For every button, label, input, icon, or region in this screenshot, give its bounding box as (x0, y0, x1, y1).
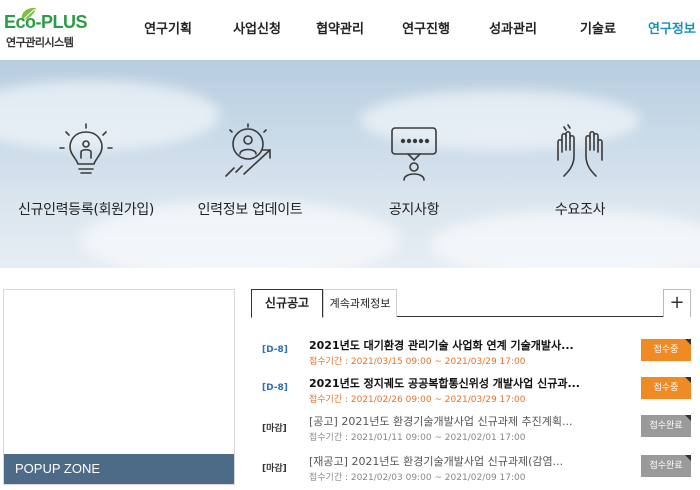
raised-hands-icon (557, 124, 603, 177)
status-badge[interactable]: 접수중 (641, 339, 691, 361)
notice-panel: 신규공고 계속과제정보 + [D-8] 2021년도 대기환경 관리기술 사업화 … (251, 289, 691, 489)
notice-row[interactable]: [D-8] 2021년도 정지궤도 공공복합통신위성 개발사업 신규과... 접수기… (251, 371, 691, 409)
nav-item-research-progress[interactable]: 연구진행 (384, 0, 468, 60)
status-badge[interactable]: 접수완료 (641, 415, 691, 437)
receipt-period-label: 접수기간 : (309, 357, 351, 367)
receipt-period: 접수기간 : 2021/02/26 09:00 ~ 2021/03/29 17:… (309, 392, 525, 405)
presenter-speech-icon (391, 127, 437, 181)
tab-new-announcements[interactable]: 신규공고 (251, 289, 323, 318)
main-nav: 연구기획 사업신청 협약관리 연구진행 성과관리 기술료 연구정보 (118, 0, 700, 60)
dday-badge: [마감] (262, 464, 287, 474)
hero-item-new-member-registration[interactable]: 신규인력등록(회원가입) (6, 60, 166, 268)
receipt-period-dates: 2021/03/15 09:00 ~ 2021/03/29 17:00 (350, 357, 526, 367)
popup-zone-label: POPUP ZONE (4, 454, 234, 484)
hero-item-notices[interactable]: 공지사항 (334, 60, 494, 268)
status-badge[interactable]: 접수중 (641, 377, 691, 399)
receipt-period-label: 접수기간 : (309, 473, 351, 483)
nav-item-agreement-management[interactable]: 협약관리 (296, 0, 384, 60)
hero-item-demand-survey[interactable]: 수요조사 (500, 60, 660, 268)
status-badge[interactable]: 접수완료 (641, 455, 691, 477)
notice-title[interactable]: [공고] 2021년도 환경기술개발사업 신규과제 추진계획... (309, 413, 584, 429)
logo-subtitle: 연구관리시스템 (6, 36, 74, 49)
receipt-period: 접수기간 : 2021/01/11 09:00 ~ 2021/02/01 17:… (309, 430, 525, 443)
hero-label: 신규인력등록(회원가입) (17, 202, 155, 218)
notice-title[interactable]: [재공고] 2021년도 환경기술개발사업 신규과제(감염... (309, 453, 584, 469)
hero-banner: 신규인력등록(회원가입) 인력정보 업데이트 공지사항 수요조사 (0, 60, 700, 268)
dday-badge: [마감] (262, 424, 287, 434)
notice-row[interactable]: [D-8] 2021년도 대기환경 관리기술 사업화 연계 기술개발사... 접수기… (251, 333, 691, 371)
popup-zone[interactable]: POPUP ZONE (3, 289, 235, 485)
notice-tabs: 신규공고 계속과제정보 + (251, 289, 691, 318)
receipt-period: 접수기간 : 2021/03/15 09:00 ~ 2021/03/29 17:… (309, 354, 525, 367)
receipt-period: 접수기간 : 2021/02/03 09:00 ~ 2021/02/09 17:… (309, 470, 525, 483)
receipt-period-dates: 2021/02/26 09:00 ~ 2021/03/29 17:00 (350, 395, 526, 405)
hero-label: 공지사항 (388, 202, 440, 218)
logo[interactable]: Eco-PLUS 연구관리시스템 (4, 6, 116, 52)
notice-row[interactable]: [마감] [공고] 2021년도 환경기술개발사업 신규과제 추진계획... 접수기… (251, 409, 691, 447)
nav-item-royalty[interactable]: 기술료 (558, 0, 638, 60)
more-button[interactable]: + (663, 289, 691, 317)
nav-item-research-planning[interactable]: 연구기획 (118, 0, 218, 60)
nav-item-research-info[interactable]: 연구정보 (638, 0, 700, 60)
dday-badge: [D-8] (262, 345, 288, 355)
receipt-period-label: 접수기간 : (309, 395, 351, 405)
receipt-period-dates: 2021/01/11 09:00 ~ 2021/02/01 17:00 (350, 433, 526, 443)
notice-title[interactable]: 2021년도 정지궤도 공공복합통신위성 개발사업 신규과... (309, 375, 584, 391)
person-growth-arrow-icon (225, 123, 271, 177)
hero-label: 인력정보 업데이트 (197, 202, 303, 218)
hero-item-personnel-update[interactable]: 인력정보 업데이트 (170, 60, 330, 268)
notice-title[interactable]: 2021년도 대기환경 관리기술 사업화 연계 기술개발사... (309, 337, 584, 353)
receipt-period-label: 접수기간 : (309, 433, 351, 443)
hero-label: 수요조사 (554, 202, 606, 218)
receipt-period-dates: 2021/02/03 09:00 ~ 2021/02/09 17:00 (350, 473, 526, 483)
dday-badge: [D-8] (262, 383, 288, 393)
notice-row[interactable]: [마감] [재공고] 2021년도 환경기술개발사업 신규과제(감염... 접수기간… (251, 449, 691, 487)
nav-item-performance-management[interactable]: 성과관리 (468, 0, 558, 60)
nav-item-business-application[interactable]: 사업신청 (218, 0, 296, 60)
logo-brand: Eco-PLUS (4, 12, 88, 32)
header: Eco-PLUS 연구관리시스템 연구기획 사업신청 협약관리 연구진행 성과관… (0, 0, 700, 60)
tab-continuing-projects[interactable]: 계속과제정보 (323, 289, 397, 317)
lightbulb-person-icon (59, 123, 113, 174)
